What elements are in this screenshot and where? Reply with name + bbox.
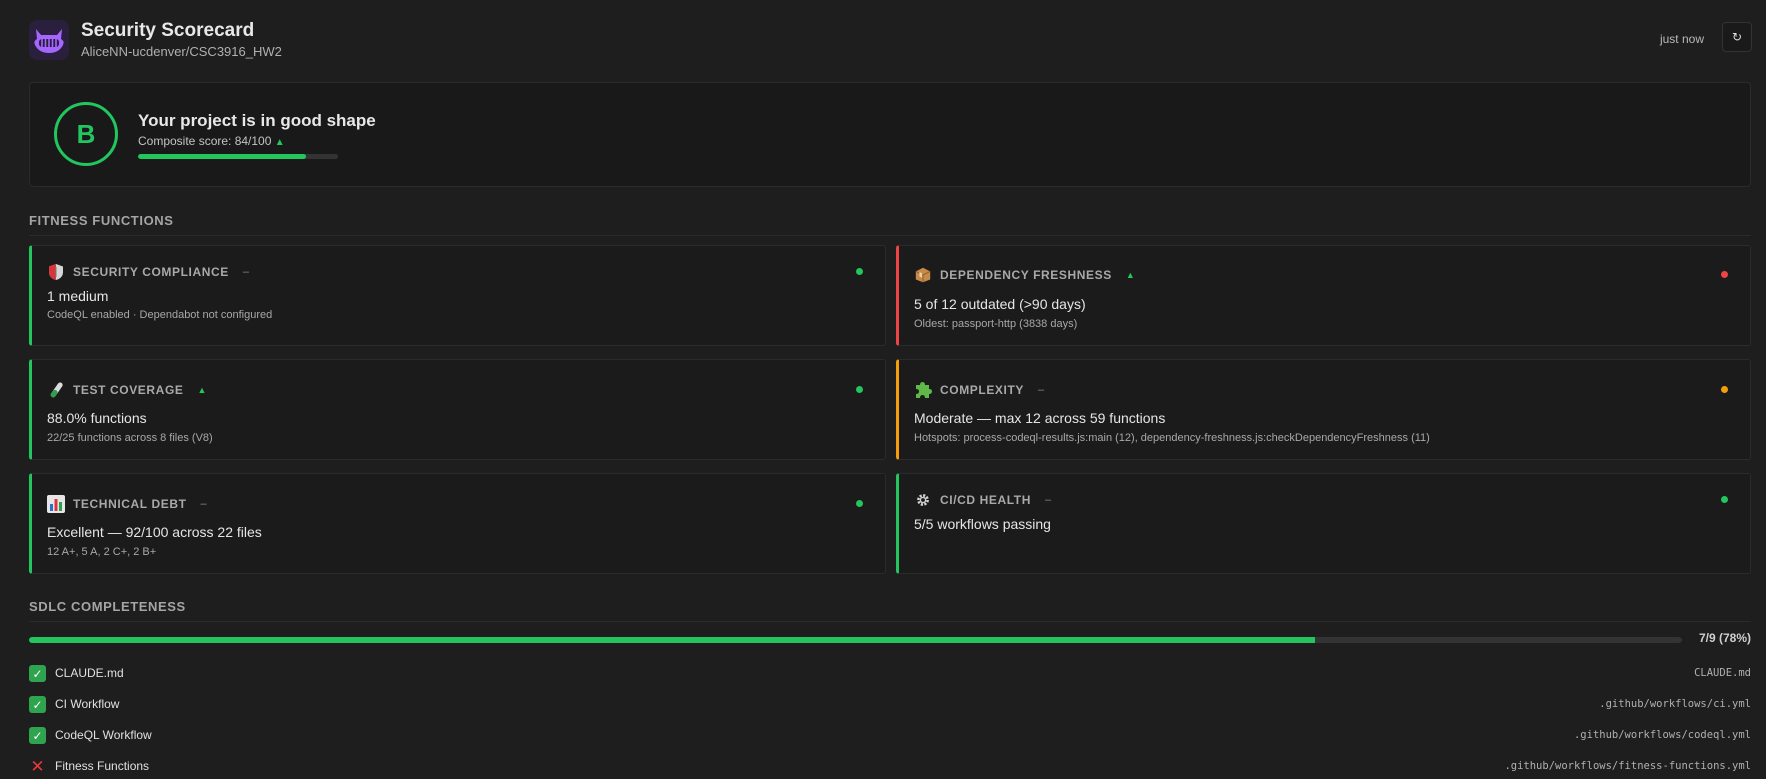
fitness-card-value: Moderate — max 12 across 59 functions bbox=[914, 410, 1166, 426]
package-icon bbox=[914, 266, 932, 284]
composite-score: Composite score: 84/100 ▲ bbox=[138, 134, 285, 148]
last-updated: just now bbox=[1659, 32, 1704, 46]
composite-score-bar-fill bbox=[138, 154, 306, 159]
shield-icon bbox=[47, 263, 65, 281]
sdlc-item: ✓ CI Workflow .github/workflows/ci.yml bbox=[29, 695, 1751, 717]
sdlc-item-label: CLAUDE.md bbox=[55, 666, 124, 680]
trend-up-icon: ▲ bbox=[274, 137, 285, 148]
fitness-card-title: DEPENDENCY FRESHNESS bbox=[940, 268, 1112, 282]
fitness-functions-heading: FITNESS FUNCTIONS bbox=[29, 213, 1751, 236]
fitness-card-detail: 12 A+, 5 A, 2 C+, 2 B+ bbox=[47, 546, 157, 558]
check-mark-icon: ✓ bbox=[29, 696, 46, 713]
fitness-card[interactable]: TECHNICAL DEBT – Excellent — 92/100 acro… bbox=[29, 473, 886, 574]
fitness-card-title: COMPLEXITY bbox=[940, 383, 1025, 397]
cross-mark-icon: ✕ bbox=[30, 756, 45, 776]
fitness-card-header: CI/CD HEALTH – bbox=[914, 491, 1051, 509]
sdlc-item-path: .github/workflows/codeql.yml bbox=[1573, 729, 1751, 741]
repo-name: AliceNN-ucdenver/CSC3916_HW2 bbox=[81, 44, 282, 59]
sdlc-item: ✓ CodeQL Workflow .github/workflows/code… bbox=[29, 726, 1751, 748]
sdlc-progress-bar bbox=[29, 637, 1682, 643]
fitness-card-value: 1 medium bbox=[47, 288, 109, 304]
bar-chart-icon bbox=[47, 495, 65, 513]
sdlc-item-label: CI Workflow bbox=[55, 697, 120, 711]
status-dot bbox=[856, 386, 863, 393]
sdlc-item-path: .github/workflows/fitness-functions.yml bbox=[1504, 760, 1751, 772]
trend-indicator: – bbox=[242, 266, 249, 278]
fitness-card-title: SECURITY COMPLIANCE bbox=[73, 265, 229, 279]
fitness-card-title: TECHNICAL DEBT bbox=[73, 497, 187, 511]
fitness-card-value: 5 of 12 outdated (>90 days) bbox=[914, 296, 1086, 312]
test-tube-icon bbox=[47, 381, 65, 399]
sdlc-item-path: .github/workflows/ci.yml bbox=[1599, 698, 1751, 710]
status-dot bbox=[856, 500, 863, 507]
trend-indicator: – bbox=[200, 498, 207, 510]
trend-indicator: ▲ bbox=[197, 385, 207, 395]
fitness-card-header: DEPENDENCY FRESHNESS ▲ bbox=[914, 266, 1135, 284]
fitness-card[interactable]: DEPENDENCY FRESHNESS ▲ 5 of 12 outdated … bbox=[896, 245, 1751, 346]
composite-score-bar bbox=[138, 154, 338, 159]
fitness-card[interactable]: TEST COVERAGE ▲ 88.0% functions 22/25 fu… bbox=[29, 359, 886, 460]
fitness-card-header: COMPLEXITY – bbox=[914, 381, 1044, 399]
grade-badge: B bbox=[54, 102, 118, 166]
sdlc-item: ✓ CLAUDE.md CLAUDE.md bbox=[29, 664, 1751, 686]
fitness-card-value: Excellent — 92/100 across 22 files bbox=[47, 524, 262, 540]
fitness-card-detail: Oldest: passport-http (3838 days) bbox=[914, 318, 1078, 330]
gear-icon bbox=[914, 491, 932, 509]
check-mark-icon: ✓ bbox=[29, 727, 46, 744]
status-dot bbox=[1721, 271, 1728, 278]
trend-indicator: – bbox=[1044, 494, 1052, 506]
sdlc-progress-fill bbox=[29, 637, 1315, 643]
fitness-card-header: TECHNICAL DEBT – bbox=[47, 495, 207, 513]
fitness-card-value: 5/5 workflows passing bbox=[914, 516, 1051, 532]
purple-octocat-face-icon bbox=[34, 29, 64, 53]
app-logo bbox=[29, 20, 69, 60]
fitness-card-header: TEST COVERAGE ▲ bbox=[47, 381, 206, 399]
trend-indicator: – bbox=[1038, 384, 1045, 396]
fitness-card[interactable]: CI/CD HEALTH – 5/5 workflows passing bbox=[896, 473, 1751, 574]
fitness-card-title: CI/CD HEALTH bbox=[940, 493, 1031, 507]
summary-headline: Your project is in good shape bbox=[138, 111, 376, 130]
refresh-icon: ↻ bbox=[1731, 30, 1743, 44]
sdlc-heading: SDLC COMPLETENESS bbox=[29, 599, 1751, 622]
fitness-card[interactable]: COMPLEXITY – Moderate — max 12 across 59… bbox=[896, 359, 1751, 460]
sdlc-item-path: CLAUDE.md bbox=[1694, 667, 1751, 679]
fitness-card-value: 88.0% functions bbox=[47, 410, 147, 426]
sdlc-item-label: Fitness Functions bbox=[55, 759, 150, 773]
fitness-card-detail: 22/25 functions across 8 files (V8) bbox=[47, 432, 213, 444]
composite-score-label: Composite score: 84/100 bbox=[138, 134, 272, 148]
status-dot bbox=[856, 268, 863, 275]
sdlc-item-label: CodeQL Workflow bbox=[55, 728, 152, 742]
app-header: Security Scorecard AliceNN-ucdenver/CSC3… bbox=[29, 18, 1752, 62]
puzzle-icon bbox=[914, 381, 932, 399]
page-title: Security Scorecard bbox=[81, 20, 255, 41]
status-dot bbox=[1721, 496, 1728, 503]
status-dot bbox=[1721, 386, 1728, 393]
fitness-card-detail: Hotspots: process-codeql-results.js:main… bbox=[914, 432, 1430, 444]
fitness-card-detail: CodeQL enabled · Dependabot not configur… bbox=[47, 309, 273, 321]
fitness-card-title: TEST COVERAGE bbox=[73, 383, 184, 397]
sdlc-summary: 7/9 (78%) bbox=[1698, 631, 1751, 645]
trend-indicator: ▲ bbox=[1125, 270, 1135, 280]
score-summary-card: B Your project is in good shape Composit… bbox=[29, 82, 1751, 187]
check-mark-icon: ✓ bbox=[29, 665, 46, 682]
fitness-card-header: SECURITY COMPLIANCE – bbox=[47, 263, 249, 281]
refresh-button[interactable]: ↻ bbox=[1722, 22, 1752, 52]
fitness-card[interactable]: SECURITY COMPLIANCE – 1 medium CodeQL en… bbox=[29, 245, 886, 346]
